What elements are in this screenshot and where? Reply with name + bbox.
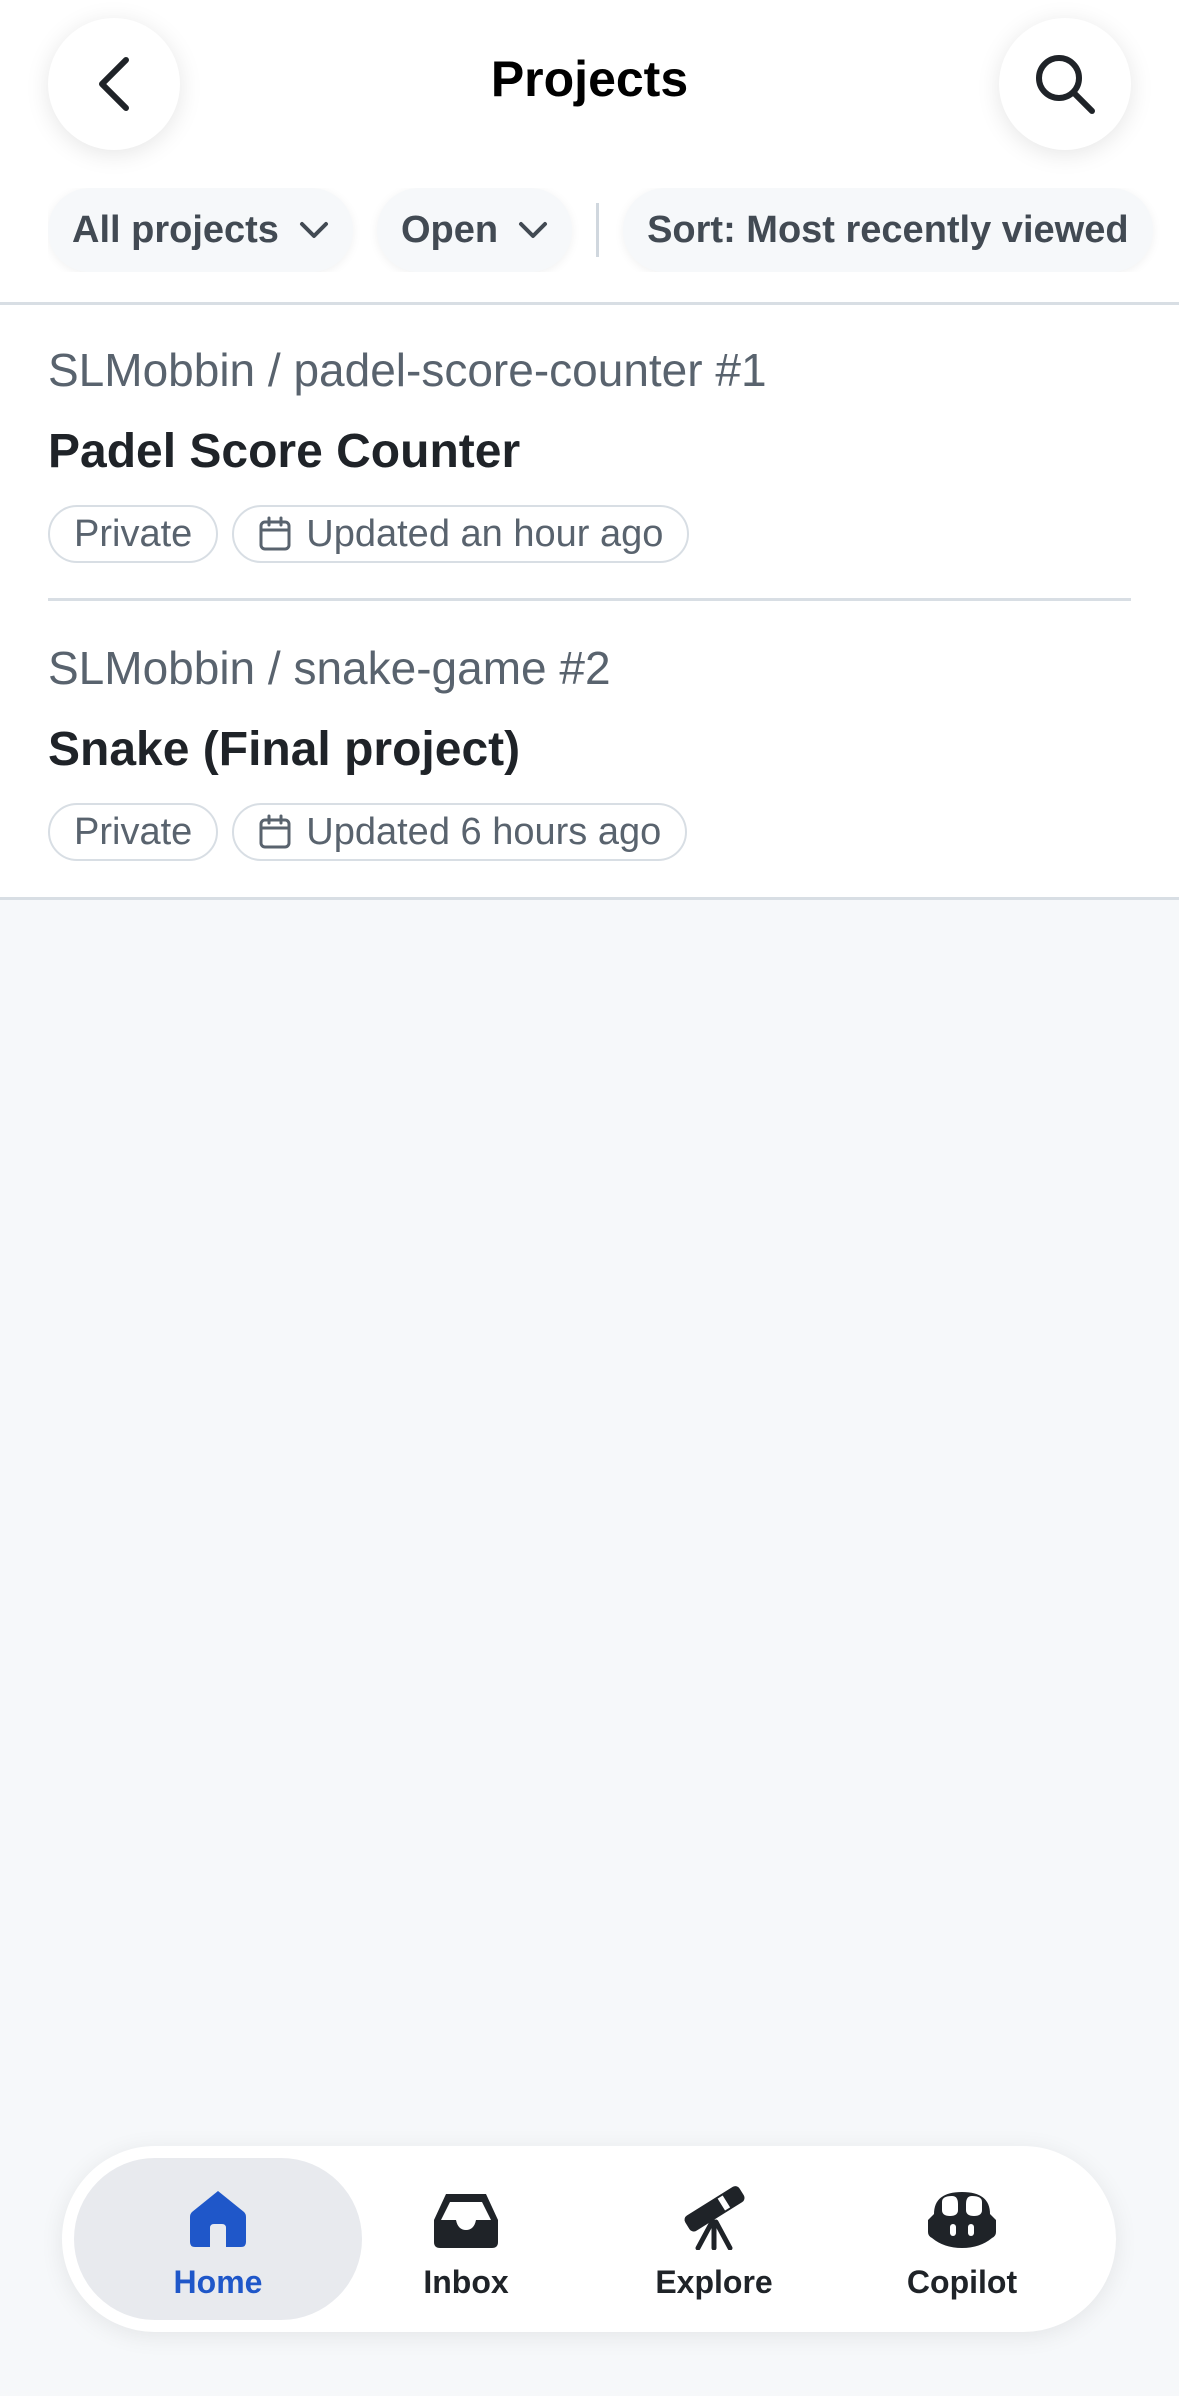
project-repo: SLMobbin / padel-score-counter #1 (48, 344, 767, 396)
scope-filter-label: All projects (72, 208, 279, 251)
tab-inbox[interactable]: Inbox (322, 2158, 610, 2320)
calendar-icon (258, 814, 292, 850)
visibility-label: Private (74, 512, 193, 555)
tab-copilot[interactable]: Copilot (818, 2158, 1106, 2320)
sort-filter-label: Sort: Most recently viewed (647, 208, 1129, 251)
project-badges: Private Updated 6 hours ago (48, 803, 688, 861)
project-list: SLMobbin / padel-score-counter #1 Padel … (0, 305, 1179, 900)
filter-divider (596, 203, 600, 257)
home-icon (188, 2178, 248, 2250)
visibility-badge: Private (48, 803, 219, 861)
project-title: Padel Score Counter (48, 425, 521, 478)
tab-inbox-label: Inbox (423, 2263, 509, 2300)
top-header: Projects All projects Open Sort: Most re… (0, 0, 1179, 305)
copilot-icon (924, 2178, 1000, 2250)
project-repo: SLMobbin / snake-game #2 (48, 642, 611, 694)
updated-label: Updated an hour ago (306, 512, 664, 555)
project-title: Snake (Final project) (48, 723, 521, 776)
tab-explore-label: Explore (655, 2263, 773, 2300)
tab-home-label: Home (173, 2263, 263, 2300)
list-item[interactable]: SLMobbin / padel-score-counter #1 Padel … (48, 305, 1131, 601)
project-badges: Private Updated an hour ago (48, 505, 690, 563)
updated-label: Updated 6 hours ago (306, 810, 662, 853)
updated-badge: Updated 6 hours ago (232, 803, 688, 861)
scope-filter-chip[interactable]: All projects (48, 188, 353, 272)
search-button[interactable] (999, 18, 1131, 150)
visibility-label: Private (74, 810, 193, 853)
tab-explore[interactable]: Explore (570, 2158, 858, 2320)
inbox-icon (432, 2178, 500, 2250)
calendar-icon (258, 516, 292, 552)
chevron-down-icon (518, 220, 548, 240)
list-item[interactable]: SLMobbin / snake-game #2 Snake (Final pr… (48, 603, 1131, 897)
search-icon (1036, 55, 1095, 114)
visibility-badge: Private (48, 505, 219, 563)
bottom-tab-bar: Home Inbox Explore Copilot (62, 2146, 1116, 2332)
updated-badge: Updated an hour ago (232, 505, 690, 563)
state-filter-chip[interactable]: Open (376, 188, 573, 272)
telescope-icon (678, 2178, 750, 2250)
filter-bar: All projects Open Sort: Most recently vi… (48, 188, 1179, 272)
sort-filter-chip[interactable]: Sort: Most recently viewed (623, 188, 1153, 272)
chevron-down-icon (299, 220, 329, 240)
tab-home[interactable]: Home (74, 2158, 362, 2320)
state-filter-label: Open (400, 208, 499, 251)
tab-copilot-label: Copilot (906, 2263, 1018, 2300)
